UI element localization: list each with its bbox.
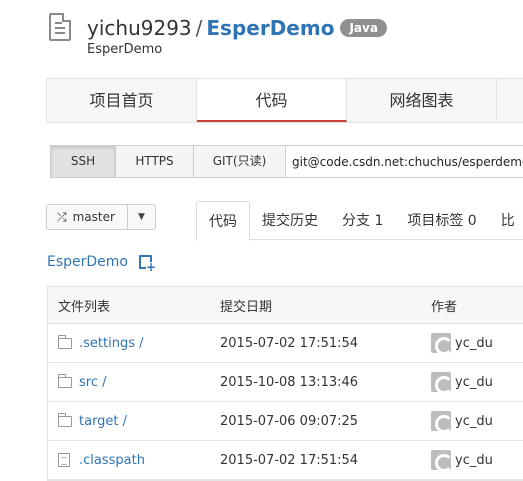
avatar [431, 372, 451, 392]
code-sub-tabs: 代码 提交历史 分支 1 项目标签 0 比 [196, 201, 523, 241]
file-link[interactable]: .classpath [79, 453, 145, 468]
clone-url-input[interactable] [286, 146, 523, 177]
table-row: src / 2015-10-08 13:13:46 yc_du [48, 363, 523, 402]
author-name: yc_du [455, 374, 493, 390]
breadcrumb-root[interactable]: EsperDemo [47, 254, 128, 270]
repo-icon [49, 13, 71, 41]
tab-compare[interactable]: 比 [489, 201, 523, 240]
table-row: .settings / 2015-07-02 17:51:54 yc_du [48, 324, 523, 363]
new-file-icon[interactable]: + [139, 255, 156, 273]
repo-title: yichu9293/EsperDemo Java [87, 14, 387, 42]
commit-date: 2015-10-08 13:13:46 [220, 374, 359, 390]
branch-button[interactable]: ⤮ master [47, 205, 128, 229]
commit-date: 2015-07-02 17:51:54 [220, 335, 359, 351]
tab-commit-history[interactable]: 提交历史 [250, 201, 330, 240]
table-header: 文件列表 提交日期 作者 [48, 287, 523, 324]
avatar [431, 450, 451, 470]
repo-description: EsperDemo [87, 42, 163, 57]
git-readonly-button[interactable]: GIT(只读) [194, 146, 286, 177]
author-name: yc_du [455, 413, 493, 429]
ssh-button[interactable]: SSH [51, 146, 116, 177]
file-link[interactable]: target / [79, 414, 127, 429]
title-separator: / [195, 16, 203, 40]
folder-icon [58, 334, 72, 349]
commit-date: 2015-07-02 17:51:54 [220, 452, 359, 468]
file-table: 文件列表 提交日期 作者 .settings / 2015-07-02 17:5… [47, 286, 523, 481]
file-link[interactable]: .settings / [79, 336, 144, 351]
chevron-down-icon[interactable]: ▼ [128, 205, 155, 229]
header-author: 作者 [431, 299, 458, 315]
author-name: yc_du [455, 452, 493, 468]
commit-date: 2015-07-06 09:07:25 [220, 413, 359, 429]
author-name: yc_du [455, 335, 493, 351]
folder-icon [58, 412, 72, 427]
file-link[interactable]: src / [79, 375, 107, 390]
breadcrumb: EsperDemo + [47, 254, 156, 273]
file-icon [58, 453, 70, 467]
header-commit-date: 提交日期 [220, 299, 273, 315]
branch-selector: ⤮ master ▼ [46, 204, 156, 230]
https-button[interactable]: HTTPS [116, 146, 194, 177]
nav-code[interactable]: 代码 [197, 79, 347, 122]
repo-name-link[interactable]: EsperDemo [206, 16, 334, 40]
table-row: target / 2015-07-06 09:07:25 yc_du [48, 402, 523, 441]
tab-code[interactable]: 代码 [196, 201, 250, 241]
main-nav: 项目首页 代码 网络图表 [46, 78, 523, 123]
clone-bar: SSH HTTPS GIT(只读) [50, 145, 523, 178]
tab-branches[interactable]: 分支 1 [330, 201, 395, 240]
branch-name: master [72, 210, 115, 224]
table-row: .classpath 2015-07-02 17:51:54 yc_du [48, 441, 523, 480]
nav-project-home[interactable]: 项目首页 [47, 79, 197, 122]
shuffle-icon: ⤮ [57, 210, 67, 224]
repo-owner-link[interactable]: yichu9293 [87, 16, 192, 40]
folder-icon [58, 373, 72, 388]
language-badge: Java [340, 19, 387, 37]
avatar [431, 411, 451, 431]
tab-tags[interactable]: 项目标签 0 [395, 201, 488, 240]
nav-network-graph[interactable]: 网络图表 [347, 79, 497, 122]
header-file-list: 文件列表 [58, 299, 111, 315]
avatar [431, 333, 451, 353]
